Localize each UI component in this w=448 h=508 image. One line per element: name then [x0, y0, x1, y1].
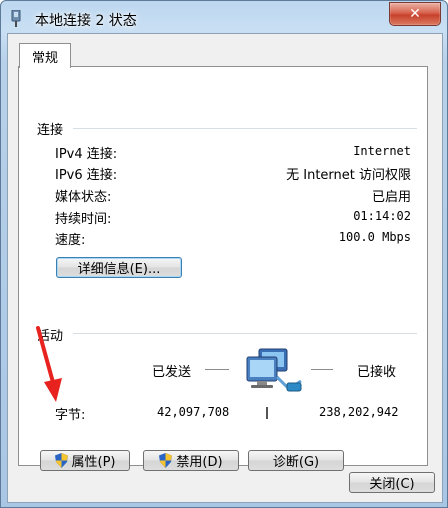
ipv6-value: 无 Internet 访问权限 — [286, 168, 411, 183]
bytes-sent-value: 42,097,708 — [157, 405, 230, 419]
ipv6-label: IPv6 连接: — [55, 168, 118, 183]
diagnose-button[interactable]: 诊断(G) — [248, 450, 344, 471]
dialog-window: 本地连接 2 状态 ✕ 常规 连接 IPv4 连接: Internet IPv6… — [0, 0, 448, 508]
connection-divider — [73, 128, 417, 130]
duration-value: 01:14:02 — [353, 209, 411, 223]
network-adapter-icon — [11, 10, 21, 27]
ipv4-value: Internet — [353, 144, 411, 158]
close-button[interactable]: 关闭(C) — [349, 472, 435, 493]
sent-label: 已发送 — [152, 365, 192, 380]
uac-shield-icon — [54, 453, 68, 468]
ipv4-label: IPv4 连接: — [55, 147, 118, 162]
tab-page-general: 连接 IPv4 连接: Internet IPv6 连接: 无 Internet… — [18, 66, 428, 471]
annotation-arrow — [36, 326, 62, 402]
disable-button[interactable]: 禁用(D) — [143, 450, 239, 471]
network-computers-icon — [246, 348, 302, 392]
media-state-value: 已启用 — [371, 190, 411, 205]
details-button[interactable]: 详细信息(E)... — [56, 257, 182, 278]
activity-divider-tick — [266, 407, 268, 419]
uac-shield-icon — [159, 453, 173, 468]
bytes-label: 字节: — [55, 408, 86, 423]
window-title: 本地连接 2 状态 — [35, 13, 137, 29]
dialog-client-area: 常规 连接 IPv4 连接: Internet IPv6 连接: 无 Inter… — [7, 33, 443, 503]
speed-value: 100.0 Mbps — [338, 230, 411, 244]
tab-general[interactable]: 常规 — [19, 43, 71, 68]
received-label: 已接收 — [357, 365, 397, 380]
media-state-label: 媒体状态: — [55, 190, 112, 205]
bytes-received-value: 238,202,942 — [319, 405, 399, 419]
activity-divider — [73, 333, 417, 335]
close-icon[interactable]: ✕ — [389, 2, 441, 26]
title-bar[interactable]: 本地连接 2 状态 ✕ — [1, 1, 447, 35]
speed-label: 速度: — [55, 233, 86, 248]
properties-button[interactable]: 属性(P) — [40, 450, 130, 471]
sent-line — [205, 369, 229, 370]
received-line — [311, 369, 333, 370]
duration-label: 持续时间: — [55, 212, 112, 227]
connection-group-label: 连接 — [37, 123, 64, 138]
